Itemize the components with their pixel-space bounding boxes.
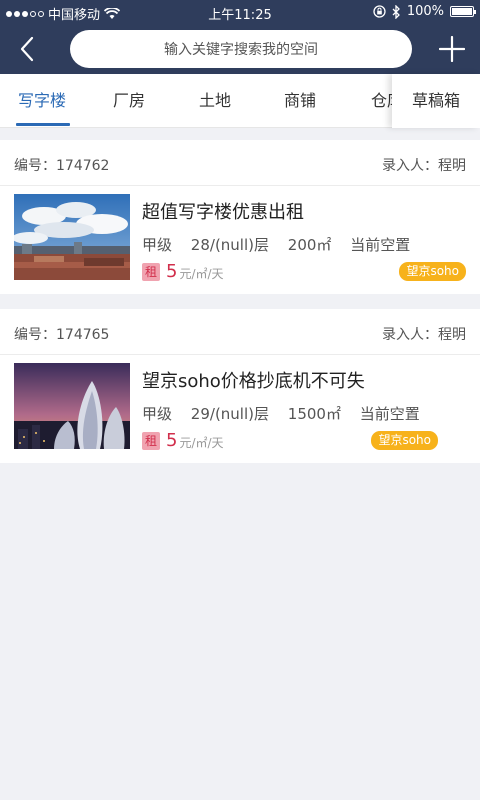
battery-icon <box>450 6 476 17</box>
location-tag: 望京soho <box>371 431 438 450</box>
listing-floor: 28/(null)层 <box>190 236 269 254</box>
status-right: 100% <box>373 4 476 19</box>
rent-badge: 租 <box>142 431 160 450</box>
search-input[interactable]: 输入关键字搜索我的空间 <box>70 30 412 68</box>
tab-land[interactable]: 土地 <box>199 74 231 128</box>
rent-badge: 租 <box>142 262 160 281</box>
listing-title: 望京soho价格抄底机不可失 <box>142 371 365 392</box>
listing-price-row: 租 5 元/㎡/天 <box>142 430 224 451</box>
tab-office[interactable]: 写字楼 <box>18 74 66 128</box>
listing-entry-person: 录入人：程明 <box>382 327 466 343</box>
listing-body[interactable]: 超值写字楼优惠出租 甲级 28/(null)层 200㎡ 当前空置 租 5 元/… <box>0 186 480 294</box>
listing-card: 编号：174765 录入人：程明 望京soho价格抄底机不可失 甲级 29/(n… <box>0 309 480 463</box>
listing-grade: 甲级 <box>142 405 173 423</box>
listing-area: 1500㎡ <box>287 405 341 423</box>
listing-floor: 29/(null)层 <box>190 405 269 423</box>
listing-card: 编号：174762 录入人：程明 超值写字楼优惠出租 甲级 28/(null)层… <box>0 140 480 294</box>
chevron-left-icon <box>20 36 34 62</box>
listing-meta: 甲级 29/(null)层 1500㎡ 当前空置 <box>142 403 434 424</box>
listing-price-unit: 元/㎡/天 <box>179 267 224 281</box>
listing-header: 编号：174765 录入人：程明 <box>0 309 480 355</box>
active-tab-indicator <box>16 123 70 126</box>
plus-icon <box>439 36 465 62</box>
listing-title: 超值写字楼优惠出租 <box>142 202 304 223</box>
listing-header: 编号：174762 录入人：程明 <box>0 140 480 186</box>
listing-entry-person: 录入人：程明 <box>382 158 466 174</box>
listing-code: 编号：174765 <box>14 327 110 343</box>
listing-price-row: 租 5 元/㎡/天 <box>142 261 224 282</box>
listing-grade: 甲级 <box>142 236 173 254</box>
tab-factory[interactable]: 厂房 <box>113 74 145 128</box>
listing-price-unit: 元/㎡/天 <box>179 436 224 450</box>
listing-meta: 甲级 28/(null)层 200㎡ 当前空置 <box>142 234 424 255</box>
lock-rotation-icon <box>373 5 386 18</box>
category-tabs: 写字楼 厂房 土地 商铺 仓库 草稿箱 <box>0 74 480 128</box>
nav-bar: 输入关键字搜索我的空间 <box>0 28 480 70</box>
listing-price: 5 <box>166 430 178 451</box>
battery-percent: 100% <box>406 4 444 19</box>
listing-status: 当前空置 <box>350 236 411 254</box>
listing-body[interactable]: 望京soho价格抄底机不可失 甲级 29/(null)层 1500㎡ 当前空置 … <box>0 355 480 463</box>
drafts-button[interactable]: 草稿箱 <box>392 74 480 128</box>
location-tag: 望京soho <box>399 262 466 281</box>
tab-shop[interactable]: 商铺 <box>284 74 316 128</box>
status-bar: 中国移动 上午11:25 100% <box>0 0 480 24</box>
listing-area: 200㎡ <box>287 236 332 254</box>
back-button[interactable] <box>12 32 42 66</box>
add-button[interactable] <box>436 32 468 66</box>
listing-code: 编号：174762 <box>14 158 110 174</box>
listing-thumbnail <box>14 194 130 280</box>
listing-status: 当前空置 <box>359 405 420 423</box>
listing-price: 5 <box>166 261 178 282</box>
listing-thumbnail <box>14 363 130 449</box>
bluetooth-icon <box>392 4 400 19</box>
header: 中国移动 上午11:25 100% 输入关键字搜索我的空间 <box>0 0 480 74</box>
